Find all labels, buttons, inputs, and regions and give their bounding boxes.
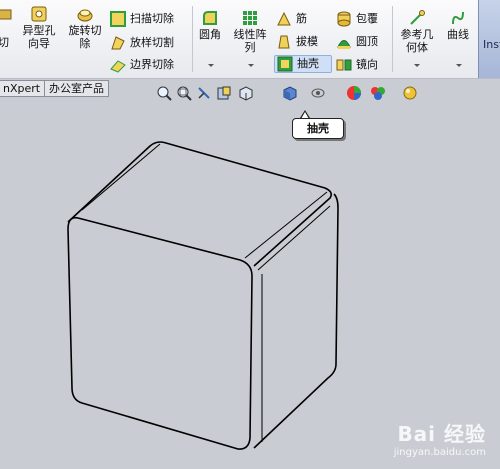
rib-icon (276, 11, 292, 27)
instant3d-button[interactable]: Inst (478, 0, 500, 78)
cube-model[interactable] (0, 98, 500, 466)
mirror-button[interactable]: 镜向 (334, 56, 378, 74)
baidu-watermark: Bai 经验 jingyan.baidu.com (394, 418, 486, 458)
draft-icon (276, 34, 292, 50)
tab-office-products[interactable]: 办公室产品 (44, 80, 109, 97)
linear-pattern-label-1: 线性阵 (233, 28, 267, 41)
mirror-label: 镜向 (356, 58, 378, 71)
instant3d-label: Inst (483, 38, 500, 51)
linear-pattern-icon (242, 10, 258, 26)
wrap-icon (336, 11, 352, 27)
dome-label: 圆顶 (356, 35, 378, 48)
reference-geometry-label-2: 何体 (406, 41, 428, 54)
extruded-cut-button[interactable]: 切 (0, 6, 14, 49)
revolved-cut-icon (77, 6, 93, 22)
shell-label: 抽壳 (297, 57, 319, 70)
shell-icon (277, 56, 293, 72)
draft-label: 拔模 (296, 35, 318, 48)
fillet-icon (202, 10, 218, 26)
fillet-button[interactable]: 圆角 (196, 10, 224, 41)
extruded-cut-icon (0, 6, 14, 22)
curves-dropdown-icon[interactable] (456, 64, 462, 67)
linear-pattern-button[interactable]: 线性阵 列 (230, 10, 270, 54)
swept-cut-label: 扫描切除 (130, 12, 174, 25)
lofted-cut-button[interactable]: 放样切割 (108, 34, 174, 52)
extruded-cut-label: 切 (0, 36, 9, 49)
linear-pattern-label-2: 列 (244, 41, 256, 54)
watermark-url: jingyan.baidu.com (393, 447, 486, 458)
reference-geometry-button[interactable]: 参考几 何体 (396, 10, 438, 54)
hole-wizard-button[interactable]: 异型孔 向导 (18, 6, 60, 50)
curves-label: 曲线 (447, 28, 469, 41)
shell-button[interactable]: 抽壳 (274, 55, 332, 73)
rib-button[interactable]: 筋 (274, 10, 307, 28)
revolved-cut-label-2: 除 (79, 37, 91, 50)
reference-geometry-dropdown-icon[interactable] (414, 64, 420, 67)
tab-office-products-label: 办公室产品 (49, 82, 104, 95)
feature-ribbon: 切 异型孔 向导 旋转切 除 扫描切除 放样切割 边界切除 圆角 线性阵 列 筋… (0, 0, 500, 79)
hole-wizard-label-2: 向导 (28, 37, 50, 50)
curves-icon (450, 10, 466, 26)
boundary-cut-icon (110, 57, 126, 73)
hole-wizard-label-1: 异型孔 (22, 24, 56, 37)
boundary-cut-button[interactable]: 边界切除 (108, 56, 174, 74)
swept-cut-icon (110, 11, 126, 27)
lofted-cut-icon (110, 35, 126, 51)
tab-dimxpert[interactable]: nXpert (0, 80, 46, 97)
watermark-brand: Bai 经验 (397, 422, 486, 446)
dome-icon (336, 34, 352, 50)
revolved-cut-button[interactable]: 旋转切 除 (64, 6, 106, 50)
wrap-label: 包覆 (356, 12, 378, 25)
fillet-label: 圆角 (199, 28, 221, 41)
graphics-viewport[interactable]: Bai 经验 jingyan.baidu.com (0, 98, 500, 466)
linear-pattern-dropdown-icon[interactable] (248, 64, 254, 67)
mirror-icon (336, 57, 352, 73)
ribbon-separator (392, 6, 393, 72)
lofted-cut-label: 放样切割 (130, 36, 174, 49)
tab-dimxpert-label: nXpert (3, 82, 41, 95)
dome-button[interactable]: 圆顶 (334, 33, 378, 51)
fillet-dropdown-icon[interactable] (208, 64, 214, 67)
revolved-cut-label-1: 旋转切 (68, 24, 102, 37)
reference-geometry-icon (409, 10, 425, 26)
wrap-button[interactable]: 包覆 (334, 10, 378, 28)
hole-wizard-icon (31, 6, 47, 22)
boundary-cut-label: 边界切除 (130, 58, 174, 71)
ribbon-separator (192, 6, 193, 72)
rib-label: 筋 (296, 12, 307, 25)
reference-geometry-label-1: 参考几 (400, 28, 434, 41)
curves-button[interactable]: 曲线 (442, 10, 474, 41)
swept-cut-button[interactable]: 扫描切除 (108, 10, 174, 28)
draft-button[interactable]: 拔模 (274, 33, 318, 51)
